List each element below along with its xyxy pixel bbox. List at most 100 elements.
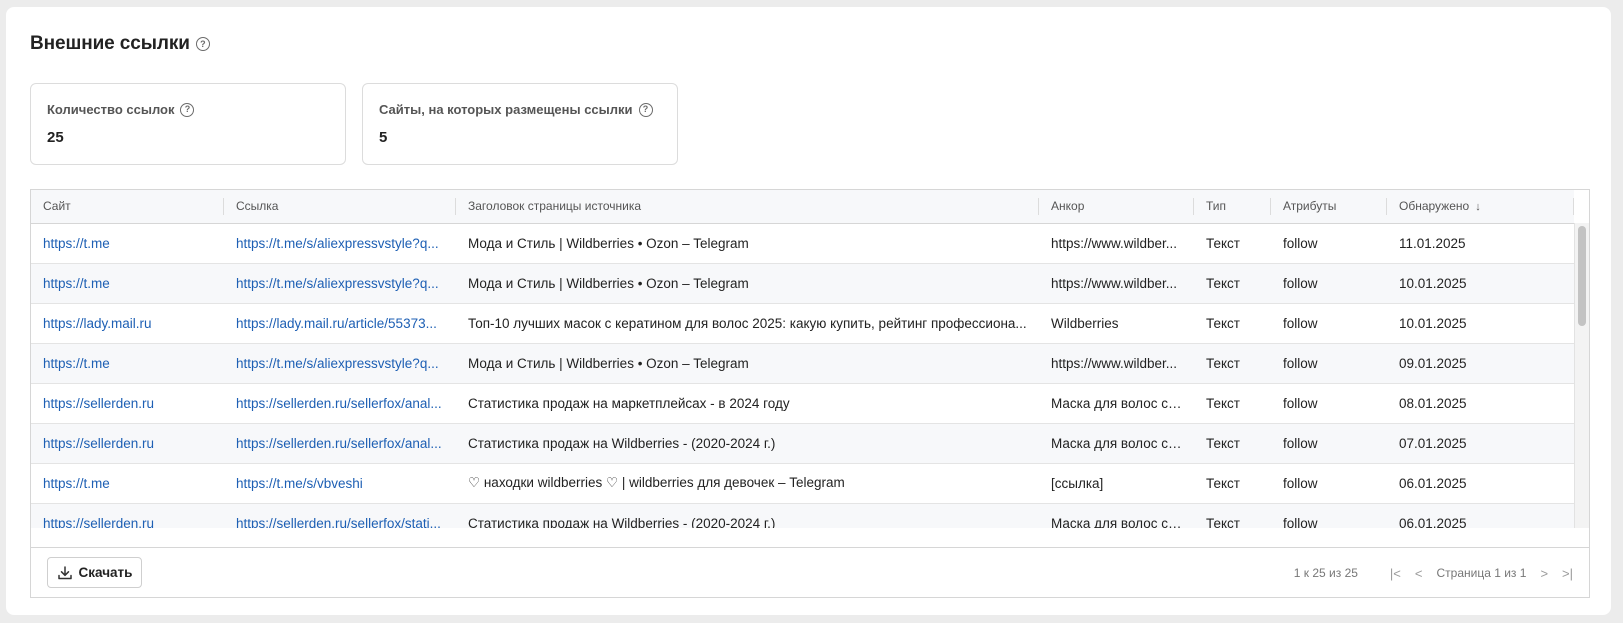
last-page-icon[interactable]: >| [1562, 566, 1573, 581]
table-row[interactable]: https://lady.mail.ru https://lady.mail.ru… [31, 303, 1574, 344]
links-table-scroll-area[interactable]: Сайт Ссылка Заголовок страницы источника… [31, 190, 1589, 528]
cell-link[interactable]: https://t.me/s/vbveshi [224, 463, 456, 504]
cell-site[interactable]: https://t.me [31, 343, 224, 384]
sites-count-label-row: Сайты, на которых размещены ссылки ? [379, 102, 661, 117]
links-count-value: 25 [47, 129, 64, 146]
cell-discovered: 10.01.2025 [1387, 263, 1574, 304]
cell-link[interactable]: https://sellerden.ru/sellerfox/anal... [224, 423, 456, 464]
cell-type: Текст [1194, 383, 1271, 424]
column-header-discovered[interactable]: Обнаружено ↓ [1387, 190, 1574, 224]
cell-type: Текст [1194, 343, 1271, 384]
cell-source-title: Статистика продаж на Wildberries - (2020… [456, 423, 1039, 464]
cell-type: Текст [1194, 263, 1271, 304]
external-links-panel: Внешние ссылки ? Количество ссылок ? 25 … [6, 7, 1611, 615]
vertical-scrollbar[interactable] [1574, 223, 1589, 528]
cell-attributes: follow [1271, 223, 1387, 264]
cell-anchor: https://www.wildber... [1039, 223, 1194, 264]
cell-source-title: Мода и Стиль | Wildberries • Ozon – Tele… [456, 223, 1039, 264]
cell-source-title: ♡ находки wildberries ♡ | wildberries дл… [456, 463, 1039, 504]
cell-site[interactable]: https://sellerden.ru [31, 383, 224, 424]
pagination: 1 к 25 из 25 |< < Страница 1 из 1 > >| [1294, 548, 1573, 598]
cell-anchor: Маска для волос с ... [1039, 383, 1194, 424]
cell-link[interactable]: https://lady.mail.ru/article/55373... [224, 303, 456, 344]
page-title: Внешние ссылки [30, 33, 190, 54]
cell-attributes: follow [1271, 303, 1387, 344]
cell-site[interactable]: https://lady.mail.ru [31, 303, 224, 344]
cell-type: Текст [1194, 463, 1271, 504]
cell-source-title: Топ-10 лучших масок с кератином для воло… [456, 303, 1039, 344]
cell-discovered: 10.01.2025 [1387, 303, 1574, 344]
cell-link[interactable]: https://t.me/s/aliexpressvstyle?q... [224, 343, 456, 384]
cell-type: Текст [1194, 303, 1271, 344]
cell-site[interactable]: https://sellerden.ru [31, 423, 224, 464]
column-header-type[interactable]: Тип [1194, 190, 1271, 224]
cell-anchor: Маска для волос с ... [1039, 423, 1194, 464]
cell-link[interactable]: https://sellerden.ru/sellerfox/anal... [224, 383, 456, 424]
cell-discovered: 09.01.2025 [1387, 343, 1574, 384]
download-button[interactable]: Скачать [47, 557, 142, 588]
cell-anchor: [ссылка] [1039, 463, 1194, 504]
download-label: Скачать [78, 565, 133, 580]
cell-anchor: https://www.wildber... [1039, 343, 1194, 384]
cell-type: Текст [1194, 223, 1271, 264]
table-footer: Скачать 1 к 25 из 25 |< < Страница 1 из … [31, 547, 1589, 597]
question-circle-icon[interactable]: ? [638, 102, 653, 117]
table-row[interactable]: https://sellerden.ru https://sellerden.ru… [31, 423, 1574, 464]
cell-discovered: 11.01.2025 [1387, 223, 1574, 264]
cell-attributes: follow [1271, 343, 1387, 384]
first-page-icon[interactable]: |< [1390, 566, 1401, 581]
links-count-card: Количество ссылок ? 25 [30, 83, 346, 165]
table-row[interactable]: https://t.me https://t.me/s/aliexpressvst… [31, 263, 1574, 304]
cell-attributes: follow [1271, 263, 1387, 304]
column-header-link[interactable]: Ссылка [224, 190, 456, 224]
cell-discovered: 08.01.2025 [1387, 383, 1574, 424]
cell-attributes: follow [1271, 383, 1387, 424]
cell-anchor: Wildberries [1039, 303, 1194, 344]
table-row[interactable]: https://t.me https://t.me/s/vbveshi ♡ нахо… [31, 463, 1574, 504]
arrow-down-icon[interactable]: ↓ [1475, 201, 1481, 213]
cell-discovered: 06.01.2025 [1387, 503, 1574, 528]
table-header-row: Сайт Ссылка Заголовок страницы источника… [31, 190, 1574, 224]
cell-anchor: https://www.wildber... [1039, 263, 1194, 304]
sites-count-card: Сайты, на которых размещены ссылки ? 5 [362, 83, 678, 165]
column-header-source-title[interactable]: Заголовок страницы источника [456, 190, 1039, 224]
table-row[interactable]: https://sellerden.ru https://sellerden.ru… [31, 383, 1574, 424]
cell-source-title: Мода и Стиль | Wildberries • Ozon – Tele… [456, 263, 1039, 304]
prev-page-icon[interactable]: < [1415, 566, 1423, 581]
stat-cards: Количество ссылок ? 25 Сайты, на которых… [30, 83, 678, 165]
scrollbar-thumb[interactable] [1578, 226, 1586, 326]
column-header-site[interactable]: Сайт [31, 190, 224, 224]
download-icon [57, 565, 72, 579]
cell-link[interactable]: https://t.me/s/aliexpressvstyle?q... [224, 223, 456, 264]
links-count-label-row: Количество ссылок ? [47, 102, 329, 117]
next-page-icon[interactable]: > [1540, 566, 1548, 581]
title-row: Внешние ссылки ? [30, 33, 210, 55]
links-count-label: Количество ссылок [47, 102, 175, 117]
question-circle-icon[interactable]: ? [180, 102, 195, 117]
cell-attributes: follow [1271, 503, 1387, 528]
table-row[interactable]: https://t.me https://t.me/s/aliexpressvst… [31, 223, 1574, 264]
cell-site[interactable]: https://t.me [31, 263, 224, 304]
cell-site[interactable]: https://t.me [31, 463, 224, 504]
cell-discovered: 07.01.2025 [1387, 423, 1574, 464]
column-header-attributes[interactable]: Атрибуты [1271, 190, 1387, 224]
cell-link[interactable]: https://t.me/s/aliexpressvstyle?q... [224, 263, 456, 304]
cell-attributes: follow [1271, 463, 1387, 504]
question-circle-icon[interactable]: ? [195, 37, 210, 51]
cell-source-title: Мода и Стиль | Wildberries • Ozon – Tele… [456, 343, 1039, 384]
table-row[interactable]: https://sellerden.ru https://sellerden.ru… [31, 503, 1574, 528]
cell-link[interactable]: https://sellerden.ru/sellerfox/stati... [224, 503, 456, 528]
cell-site[interactable]: https://t.me [31, 223, 224, 264]
cell-site[interactable]: https://sellerden.ru [31, 503, 224, 528]
pagination-page: Страница 1 из 1 [1436, 566, 1527, 580]
cell-attributes: follow [1271, 423, 1387, 464]
links-table-container: Сайт Ссылка Заголовок страницы источника… [30, 189, 1590, 598]
cell-source-title: Статистика продаж на маркетплейсах - в 2… [456, 383, 1039, 424]
table-row[interactable]: https://t.me https://t.me/s/aliexpressvst… [31, 343, 1574, 384]
cell-source-title: Статистика продаж на Wildberries - (2020… [456, 503, 1039, 528]
cell-anchor: Маска для волос с ... [1039, 503, 1194, 528]
column-header-anchor[interactable]: Анкор [1039, 190, 1194, 224]
sites-count-label: Сайты, на которых размещены ссылки [379, 102, 633, 117]
cell-type: Текст [1194, 423, 1271, 464]
links-table: Сайт Ссылка Заголовок страницы источника… [31, 190, 1574, 528]
